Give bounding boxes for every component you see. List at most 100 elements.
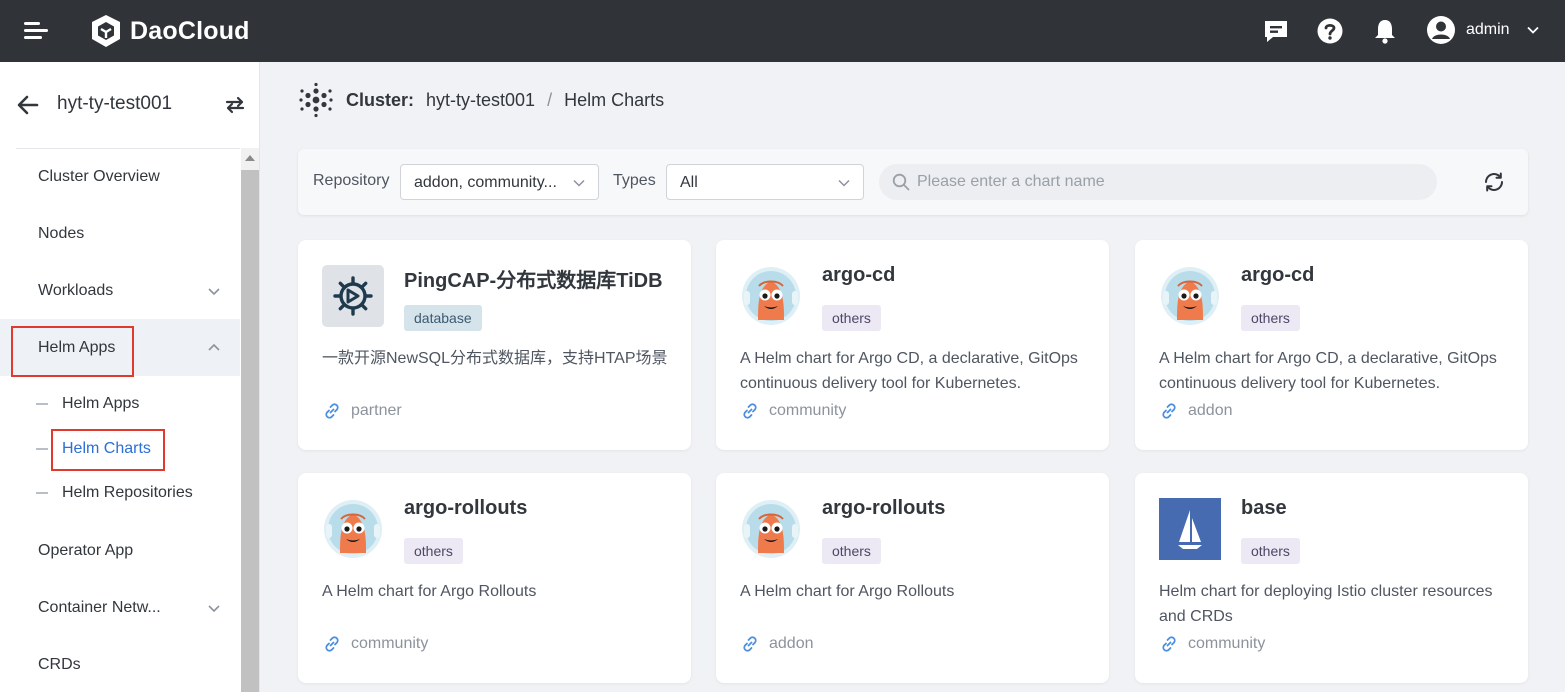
chart-repo-name: partner [351,402,402,419]
sidebar-header: hyt-ty-test001 [0,62,260,148]
dash-icon [36,403,48,405]
chart-description: A Helm chart for Argo CD, a declarative,… [1159,350,1497,392]
argo-icon [740,498,802,560]
chart-type-tag: others [1241,538,1300,564]
helm-charts-highlight [51,429,165,471]
dash-icon [36,448,48,450]
types-select[interactable]: All [666,164,864,200]
chart-type-tag: others [404,538,463,564]
chart-repo-name: community [769,402,847,419]
chevron-down-icon [838,179,850,187]
chart-description: 一款开源NewSQL分布式数据库，支持HTAP场景 [322,350,668,367]
chart-repository: addon [740,633,814,655]
helm-apps-highlight [11,326,134,377]
argo-icon [322,498,384,560]
link-icon [325,403,339,419]
chart-card[interactable]: argo-cd others A Helm chart for Argo CD, a… [1135,240,1528,450]
sidebar-subitem-label: Helm Apps [62,395,140,412]
chart-repo-name: community [351,635,429,652]
link-icon [743,636,757,652]
chart-description: A Helm chart for Argo CD, a declarative,… [740,350,1078,392]
link-icon [325,636,339,652]
sidebar-item-crds[interactable]: CRDs [0,636,240,692]
refresh-icon[interactable] [1482,170,1506,194]
breadcrumb-separator: / [547,89,553,110]
filter-bar: Repository addon, community... Types All [298,149,1528,215]
repository-select[interactable]: addon, community... [400,164,599,200]
back-arrow-icon[interactable] [16,93,40,117]
chart-repo-name: addon [769,635,814,652]
help-icon[interactable] [1316,17,1344,45]
chart-card[interactable]: base others Helm chart for deploying Istio… [1135,473,1528,683]
sidebar-scrollbar-thumb[interactable] [241,170,259,692]
chart-card[interactable]: PingCAP-分布式数据库TiDB database 一款开源NewSQL分布式数… [298,240,691,450]
breadcrumb: Cluster: hyt-ty-test001 / Helm Charts [298,82,664,118]
chart-description: A Helm chart for Argo Rollouts [740,583,955,600]
sidebar-item-label: Nodes [38,224,85,242]
bell-icon[interactable] [1371,17,1399,45]
chart-repository: community [1159,633,1265,655]
breadcrumb-current-page: Helm Charts [564,89,665,110]
chart-type-tag: others [822,538,881,564]
sidebar-item-operator-app[interactable]: Operator App [0,522,240,579]
chart-search-input[interactable] [917,164,1417,200]
chevron-down-icon [208,287,220,295]
chart-repository: addon [1159,400,1233,422]
sidebar-item-workloads[interactable]: Workloads [0,262,240,319]
sidebar-item-cluster-overview[interactable]: Cluster Overview [0,148,240,205]
logo-text: DaoCloud [130,16,250,45]
istio-icon [1159,498,1221,560]
chevron-down-icon [1526,26,1539,34]
link-icon [743,403,757,419]
avatar-icon [1427,16,1455,44]
chart-card[interactable]: argo-cd others A Helm chart for Argo CD, a… [716,240,1109,450]
sidebar-subitem-helm-apps[interactable]: Helm Apps [0,384,240,424]
types-label: Types [613,172,656,189]
menu-icon[interactable] [24,22,48,40]
argo-icon [1159,265,1221,327]
chevron-down-icon [208,604,220,612]
gear-icon [322,265,384,327]
chart-type-tag: others [1241,305,1300,331]
chart-repository: community [322,633,428,655]
sidebar-item-label: CRDs [38,655,81,673]
daocloud-logo-icon [92,15,120,47]
cluster-icon [299,82,333,118]
sidebar-item-container-network[interactable]: Container Netw... [0,579,240,636]
message-icon[interactable] [1262,17,1290,45]
user-menu[interactable]: admin [1426,15,1540,45]
sidebar-item-label: Cluster Overview [38,167,160,185]
chart-name: argo-rollouts [404,497,528,519]
link-icon [1162,636,1176,652]
chart-description: Helm chart for deploying Istio cluster r… [1159,583,1493,625]
sidebar-subitem-label: Helm Repositories [62,484,193,501]
chart-search-box[interactable] [879,164,1437,200]
top-bar: DaoCloud admin [0,0,1565,62]
chart-card[interactable]: argo-rollouts others A Helm chart for Argo… [716,473,1109,683]
sidebar-subitem-helm-repositories[interactable]: Helm Repositories [0,473,240,513]
chevron-down-icon [573,179,585,187]
chart-repository: community [740,400,846,422]
chart-card[interactable]: argo-rollouts others A Helm chart for Argo… [298,473,691,683]
chart-name: PingCAP-分布式数据库TiDB [404,270,663,292]
user-name: admin [1466,21,1510,38]
switch-cluster-icon[interactable] [224,94,246,116]
scroll-up-arrow-icon[interactable] [245,155,255,161]
logo[interactable]: DaoCloud [90,14,250,48]
chart-type-tag: database [404,305,482,331]
repository-label: Repository [313,172,390,189]
sidebar-item-nodes[interactable]: Nodes [0,205,240,262]
types-select-value: All [680,174,698,191]
chart-description: A Helm chart for Argo Rollouts [322,583,537,600]
chart-repo-name: addon [1188,402,1233,419]
search-icon [892,173,910,191]
sidebar: hyt-ty-test001 Cluster Overview Nodes Wo… [0,62,260,692]
repository-select-value: addon, community... [414,174,557,191]
chart-name: argo-rollouts [822,497,946,519]
sidebar-item-label: Container Netw... [38,598,161,616]
chart-repository: partner [322,400,402,422]
chart-repo-name: community [1188,635,1266,652]
cluster-name: hyt-ty-test001 [57,93,173,114]
breadcrumb-cluster-link[interactable]: hyt-ty-test001 [426,90,535,111]
chart-type-tag: others [822,305,881,331]
